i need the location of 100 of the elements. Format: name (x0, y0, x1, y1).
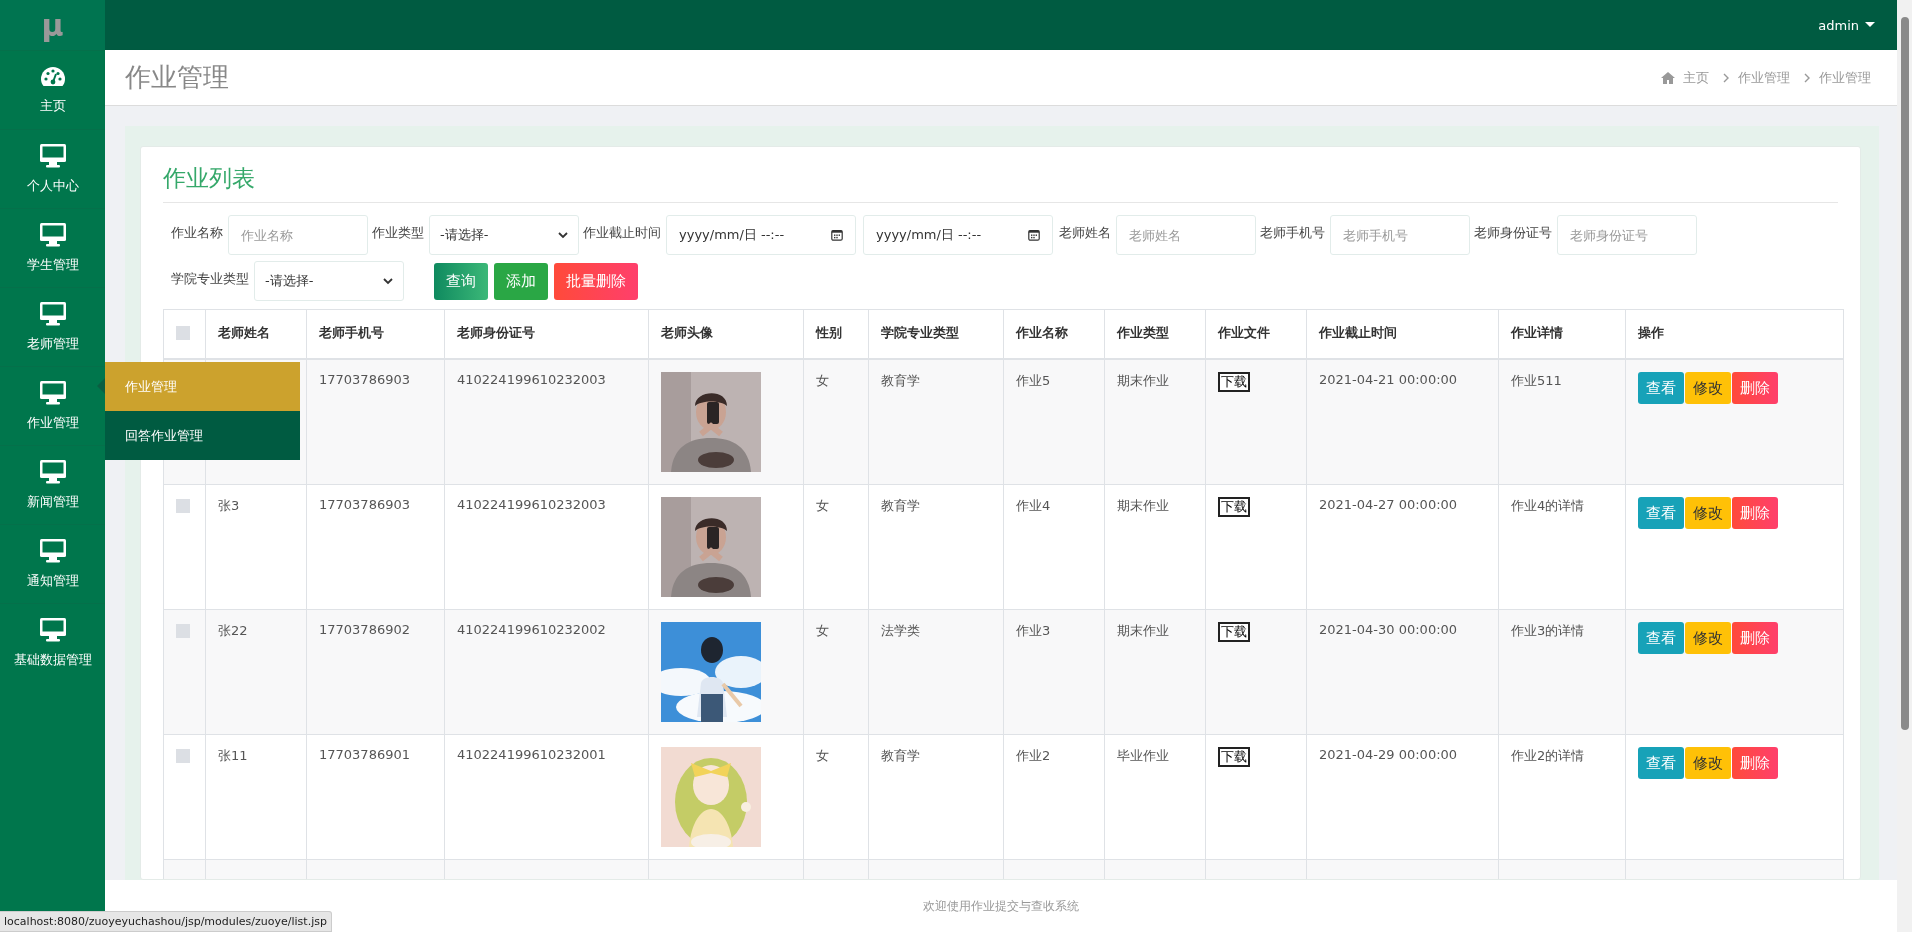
table-cell: 410224199610232001 (457, 747, 606, 762)
caret-icon (1865, 22, 1875, 28)
input-field[interactable]: 作业名称 (228, 215, 368, 255)
delete-button[interactable]: 删除 (1732, 497, 1778, 529)
table-cell: 作业4 (1016, 498, 1051, 513)
table-cell: 2021-04-30 00:00:00 (1319, 622, 1458, 637)
table-cell: 毕业作业 (1117, 748, 1169, 763)
monitor-icon (38, 222, 67, 248)
table-cell: 张3 (218, 498, 240, 513)
input-field[interactable]: 老师姓名 (1116, 215, 1256, 255)
edit-button[interactable]: 修改 (1685, 372, 1731, 404)
date-field[interactable]: yyyy/mm/日 --:-- (863, 215, 1053, 255)
edit-button[interactable]: 修改 (1685, 622, 1731, 654)
view-button[interactable]: 查看 (1638, 747, 1684, 779)
monitor-icon (38, 143, 67, 169)
calendar-icon (831, 229, 843, 241)
view-button[interactable]: 查看 (1638, 622, 1684, 654)
table-cell: 教育学 (881, 373, 920, 388)
filter-label: 作业类型 (372, 224, 424, 242)
table-cell: 张11 (218, 748, 248, 763)
checkbox[interactable] (176, 748, 190, 763)
breadcrumb-link[interactable]: 作业管理 (1738, 68, 1790, 87)
table-cell: 女 (816, 373, 829, 388)
download-button[interactable]: 下载 (1218, 622, 1250, 642)
table-cell: 2021-04-21 00:00:00 (1319, 372, 1458, 387)
checkbox[interactable] (176, 325, 190, 340)
table-cell: 期末作业 (1117, 623, 1169, 638)
table-cell: 女 (816, 623, 829, 638)
status-url: localhost:8080/zuoyeyuchashou/jsp/modules/zuoye/list.jsp (0, 911, 332, 932)
chevron-icon (558, 231, 568, 239)
card-title: 作业列表 (163, 155, 1838, 203)
filter-label: 老师手机号 (1260, 224, 1325, 242)
checkbox[interactable] (176, 623, 190, 638)
table-cell: 期末作业 (1117, 373, 1169, 388)
delete-button[interactable]: 删除 (1732, 622, 1778, 654)
table-cell: 17703786902 (319, 622, 410, 637)
table-cell: 作业2 (1016, 748, 1051, 763)
download-button[interactable]: 下载 (1218, 497, 1250, 517)
download-button[interactable]: 下载 (1218, 372, 1250, 392)
sidebar-label: 主页 (39, 97, 66, 115)
delete-button[interactable]: 删除 (1732, 372, 1778, 404)
breadcrumb-link[interactable]: 主页 (1683, 68, 1709, 87)
monitor-icon (38, 301, 67, 327)
table-cell: 410224199610232003 (457, 497, 606, 512)
footer-text: 欢迎使用作业提交与查收系统 (923, 897, 1079, 915)
calendar-icon (1028, 229, 1040, 241)
page-title: 作业管理 (125, 61, 229, 94)
batch-delete-button[interactable]: 批量删除 (554, 262, 638, 300)
table-cell: 410224199610232003 (457, 372, 606, 387)
input-field[interactable]: 老师身份证号 (1557, 215, 1697, 255)
sidebar-label: 老师管理 (26, 335, 79, 353)
table-cell: 女 (816, 498, 829, 513)
table-cell: 教育学 (881, 748, 920, 763)
filter-label: 老师姓名 (1059, 224, 1111, 242)
chevron-icon (383, 277, 393, 285)
sidebar-label: 个人中心 (26, 177, 79, 195)
filter-label: 作业名称 (171, 224, 223, 242)
sidebar-label: 作业管理 (26, 414, 79, 432)
view-button[interactable]: 查看 (1638, 372, 1684, 404)
sidebar-label: 通知管理 (26, 572, 79, 590)
select-field[interactable]: -请选择- (254, 261, 404, 301)
logo: μ (0, 0, 105, 50)
scrollbar[interactable] (1897, 0, 1912, 932)
sidebar-label: 新闻管理 (26, 493, 79, 511)
monitor-icon (38, 538, 67, 564)
view-button[interactable]: 查看 (1638, 497, 1684, 529)
sidebar-label: 学生管理 (26, 256, 79, 274)
monitor-icon (38, 459, 67, 485)
date-field[interactable]: yyyy/mm/日 --:-- (666, 215, 856, 255)
checkbox[interactable] (176, 498, 190, 513)
table-cell: 17703786903 (319, 372, 410, 387)
table-cell: 期末作业 (1117, 498, 1169, 513)
table-cell: 教育学 (881, 498, 920, 513)
table-cell: 2021-04-29 00:00:00 (1319, 747, 1458, 762)
edit-button[interactable]: 修改 (1685, 497, 1731, 529)
table-cell: 作业3 (1016, 623, 1051, 638)
select-field[interactable]: -请选择- (429, 215, 579, 255)
table-cell: 17703786901 (319, 747, 410, 762)
delete-button[interactable]: 删除 (1732, 747, 1778, 779)
table-cell: 2021-04-27 00:00:00 (1319, 497, 1458, 512)
table-cell: 法学类 (881, 623, 920, 638)
download-button[interactable]: 下载 (1218, 747, 1250, 767)
chevron-icon (1723, 72, 1730, 83)
filter-label: 作业截止时间 (583, 224, 661, 242)
sidebar-label: 基础数据管理 (13, 651, 92, 669)
monitor-icon (38, 380, 67, 406)
table-cell: 女 (816, 748, 829, 763)
edit-button[interactable]: 修改 (1685, 747, 1731, 779)
search-button[interactable]: 查询 (434, 262, 488, 300)
input-field[interactable]: 老师手机号 (1330, 215, 1470, 255)
user-menu[interactable]: admin (1818, 17, 1875, 33)
gauge-icon (39, 65, 66, 89)
table-cell: 作业2的详情 (1511, 748, 1585, 763)
filter-label: 老师身份证号 (1474, 224, 1552, 242)
monitor-icon (38, 617, 67, 643)
filter-label: 学院专业类型 (171, 270, 249, 288)
table-cell: 作业5 (1016, 373, 1051, 388)
chevron-icon (1804, 72, 1811, 83)
add-button[interactable]: 添加 (494, 262, 548, 300)
breadcrumb-link[interactable]: 作业管理 (1819, 68, 1871, 87)
